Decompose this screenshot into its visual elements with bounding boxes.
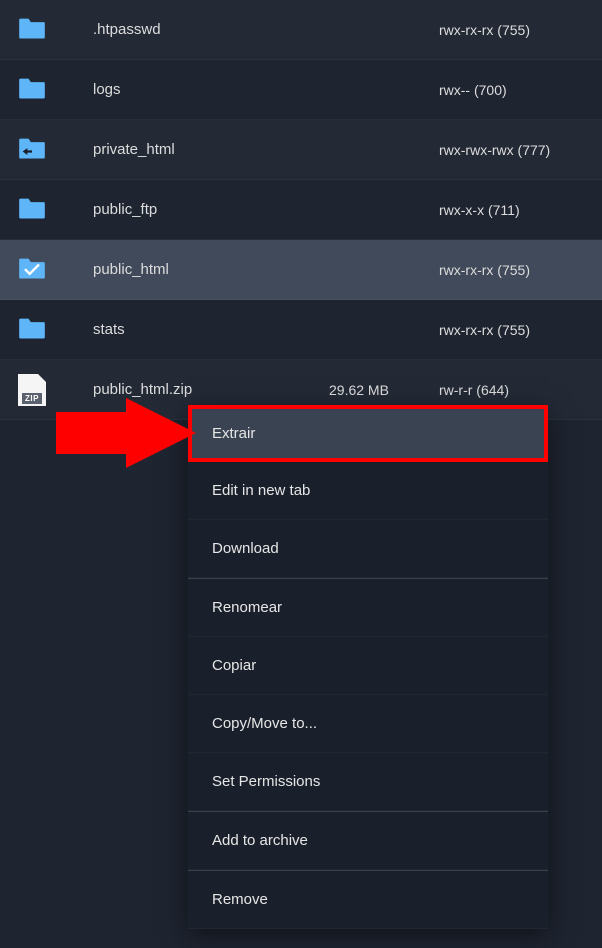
file-permissions: rwx-rx-rx (755) (439, 262, 584, 278)
folder-selected-icon (18, 256, 58, 284)
file-permissions: rwx-rwx-rwx (777) (439, 142, 584, 158)
file-name: .htpasswd (58, 21, 329, 38)
file-name: public_ftp (58, 201, 329, 218)
folder-icon (18, 76, 58, 104)
menu-item-set-permissions[interactable]: Set Permissions (188, 753, 548, 811)
zip-file-icon: ZIP (18, 374, 58, 406)
menu-item-copy-move-to[interactable]: Copy/Move to... (188, 695, 548, 753)
menu-item-add-to-archive[interactable]: Add to archive (188, 811, 548, 870)
symlink-folder-icon (18, 136, 58, 164)
file-name: public_html (58, 261, 329, 278)
file-row[interactable]: public_ftp rwx-x-x (711) (0, 180, 602, 240)
file-name: logs (58, 81, 329, 98)
menu-item-rename[interactable]: Renomear (188, 578, 548, 637)
file-permissions: rwx-rx-rx (755) (439, 22, 584, 38)
context-menu: Extrair Edit in new tab Download Renomea… (188, 405, 548, 929)
folder-icon (18, 316, 58, 344)
file-permissions: rw-r-r (644) (439, 382, 584, 398)
file-permissions: rwx-- (700) (439, 82, 584, 98)
file-row[interactable]: private_html rwx-rwx-rwx (777) (0, 120, 602, 180)
file-row[interactable]: logs rwx-- (700) (0, 60, 602, 120)
folder-icon (18, 16, 58, 44)
file-permissions: rwx-x-x (711) (439, 202, 584, 218)
menu-item-extract[interactable]: Extrair (188, 405, 548, 462)
menu-item-download[interactable]: Download (188, 520, 548, 578)
file-row[interactable]: public_html rwx-rx-rx (755) (0, 240, 602, 300)
file-size: 29.62 MB (329, 382, 439, 398)
file-list: .htpasswd rwx-rx-rx (755) logs rwx-- (70… (0, 0, 602, 420)
file-name: public_html.zip (58, 381, 329, 398)
file-permissions: rwx-rx-rx (755) (439, 322, 584, 338)
menu-item-edit-new-tab[interactable]: Edit in new tab (188, 462, 548, 520)
menu-item-copy[interactable]: Copiar (188, 637, 548, 695)
file-row[interactable]: .htpasswd rwx-rx-rx (755) (0, 0, 602, 60)
file-row[interactable]: stats rwx-rx-rx (755) (0, 300, 602, 360)
file-name: stats (58, 321, 329, 338)
file-name: private_html (58, 141, 329, 158)
menu-item-remove[interactable]: Remove (188, 870, 548, 929)
folder-icon (18, 196, 58, 224)
